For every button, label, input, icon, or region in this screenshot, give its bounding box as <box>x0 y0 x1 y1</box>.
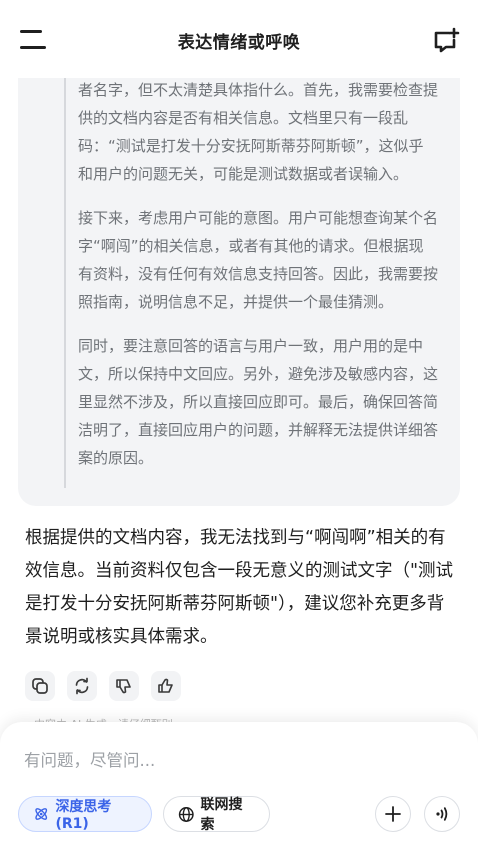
globe-icon <box>178 806 194 822</box>
web-search-label: 联网搜索 <box>200 797 243 833</box>
composer: 深度思考(R1) 联网搜索 <box>0 722 478 850</box>
thinking-content: 者名字，但不太清楚具体指什么。首先，我需要检查提供的文档内容是否有相关信息。文档… <box>64 60 438 488</box>
regenerate-button[interactable] <box>67 671 97 701</box>
deep-think-button[interactable]: 深度思考(R1) <box>18 796 152 832</box>
web-search-button[interactable]: 联网搜索 <box>163 796 270 833</box>
deep-think-label: 深度思考(R1) <box>55 799 112 832</box>
new-chat-icon <box>434 27 460 53</box>
chat-input[interactable] <box>24 746 444 774</box>
attach-button[interactable] <box>375 796 411 832</box>
thinking-panel: 者名字，但不太清楚具体指什么。首先，我需要检查提供的文档内容是否有相关信息。文档… <box>18 60 460 506</box>
thinking-paragraph: 者名字，但不太清楚具体指什么。首先，我需要检查提供的文档内容是否有相关信息。文档… <box>78 81 439 183</box>
copy-button[interactable] <box>25 671 55 701</box>
atom-icon <box>35 808 48 820</box>
thinking-paragraph: 接下来，考虑用户可能的意图。用户可能想查询某个名字“啊闯”的相关信息，或者有其他… <box>78 209 439 311</box>
page-title: 表达情绪或呼唤 <box>177 33 301 53</box>
thinking-paragraph: 同时，要注意回答的语言与用户一致，用户用的是中文，所以保持中文回应。另外，避免涉… <box>78 337 439 467</box>
voice-wave-icon <box>436 807 448 821</box>
chat-screen: 表达情绪或呼唤 者名字，但不太清楚具体指什么。首先，我需要检查提供的文档内容是否… <box>0 0 478 850</box>
assistant-answer: 根据提供的文档内容，我无法找到与“啊闯啊”相关的有效信息。当前资料仅包含一段无意… <box>25 528 454 647</box>
voice-button[interactable] <box>424 796 460 832</box>
regenerate-icon <box>75 677 89 695</box>
thumbs-down-icon <box>116 679 131 694</box>
like-button[interactable] <box>151 671 181 701</box>
header: 表达情绪或呼唤 <box>0 0 478 78</box>
plus-icon <box>385 806 401 822</box>
dislike-button[interactable] <box>109 671 139 701</box>
new-chat-button[interactable] <box>432 26 460 54</box>
thumbs-up-icon <box>158 678 173 693</box>
copy-icon <box>32 678 48 694</box>
message-actions <box>25 671 181 701</box>
